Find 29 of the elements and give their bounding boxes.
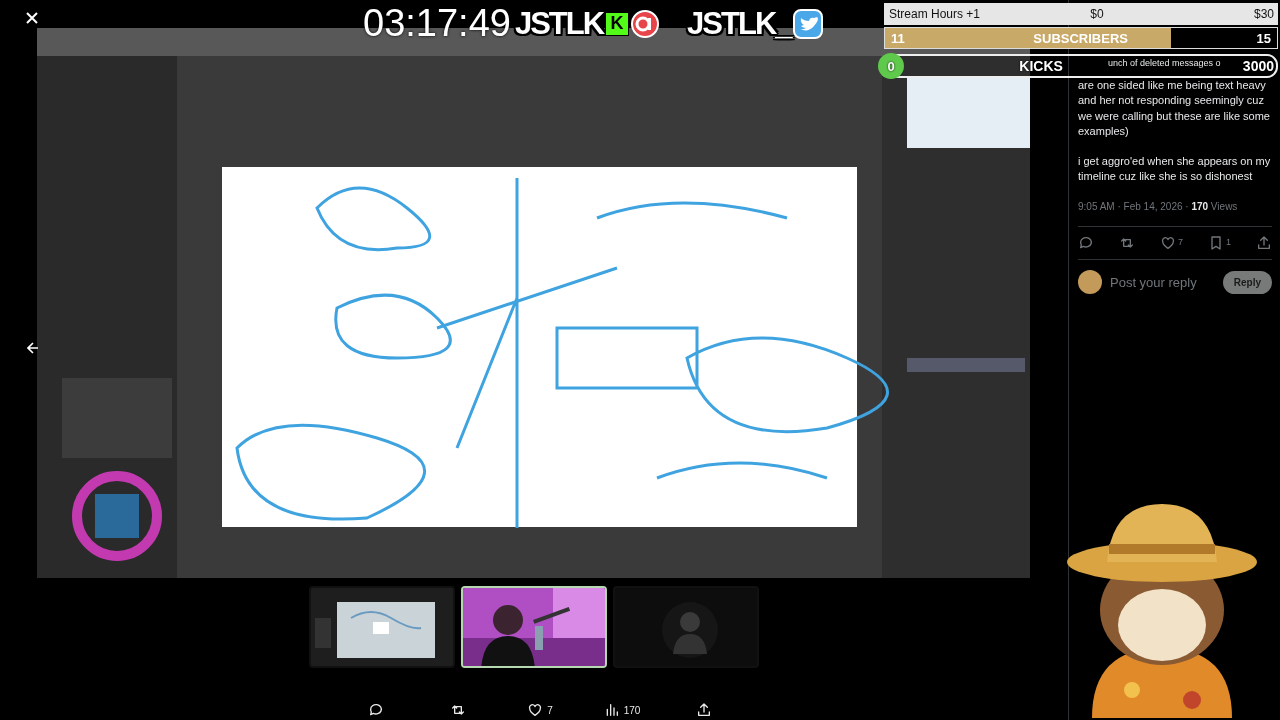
goal-start: $0 <box>1090 7 1104 21</box>
subscriber-count: 11 <box>891 30 905 46</box>
kick-badge: K <box>605 11 630 36</box>
channel-handle: JSTLK_ <box>687 5 791 42</box>
arrow-left-icon[interactable] <box>27 342 39 354</box>
channel-handle: JSTLK <box>514 5 604 42</box>
bookmark-count: 1 <box>1225 236 1231 250</box>
avatar <box>1078 270 1102 294</box>
like-count: 7 <box>547 704 553 716</box>
speech-bubble-icon[interactable] <box>368 702 384 718</box>
close-icon[interactable] <box>26 12 38 24</box>
tweet-meta: 9:05 AM · Feb 14, 2026 · 170 Views <box>1078 198 1272 227</box>
subscriber-target: 15 <box>1256 30 1271 46</box>
goal-end: $30 <box>1253 7 1274 21</box>
record-icon <box>631 9 660 38</box>
views-count: 170 <box>623 704 641 716</box>
subscriber-label: SUBSCRIBERS <box>1033 30 1128 46</box>
like-count: 7 <box>1177 236 1183 250</box>
heart-icon[interactable] <box>527 702 544 718</box>
share-icon[interactable] <box>696 702 712 718</box>
kicks-target: 3000 <box>1242 58 1274 74</box>
tweet-text: i get aggro'ed when she appears on my timeline cuz like she is so dishonest <box>1078 153 1272 184</box>
goal-title: Stream Hours +1 <box>889 7 981 21</box>
kicks-label: KICKS <box>1019 58 1063 74</box>
tweet-text: unch of deleted messages o <box>1108 57 1221 70</box>
stream-timer: 03:17:49 <box>363 2 511 45</box>
repost-icon[interactable] <box>450 702 466 718</box>
tweet-text: are one sided like me being text heavy and her not responding seemingly cuz we were calling but these are like some examples) <box>1078 77 1271 139</box>
bird-icon <box>792 8 823 39</box>
